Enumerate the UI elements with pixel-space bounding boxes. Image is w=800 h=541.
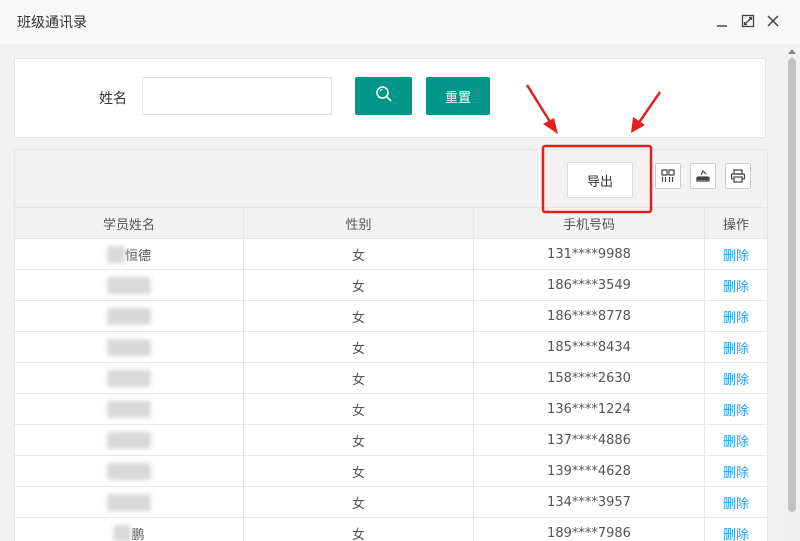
cell-gender: 女 bbox=[244, 239, 474, 269]
cell-phone: 131****9988 bbox=[474, 239, 705, 269]
close-icon[interactable] bbox=[764, 12, 782, 30]
redacted-name-blur bbox=[107, 493, 151, 511]
window-title: 班级通讯录 bbox=[17, 15, 87, 31]
header-gender[interactable]: 性别 bbox=[244, 208, 474, 238]
delete-link[interactable]: 删除 bbox=[723, 462, 749, 481]
header-student-name[interactable]: 学员姓名 bbox=[15, 208, 244, 238]
cell-action: 删除 bbox=[705, 332, 767, 362]
name-search-input[interactable] bbox=[142, 77, 332, 115]
cell-action: 删除 bbox=[705, 394, 767, 424]
cell-gender: 女 bbox=[244, 301, 474, 331]
import-icon[interactable] bbox=[690, 163, 716, 189]
table-panel: 导出 学员姓名 性别 手机号码 操作 恒德 女 131****9988 删除 女… bbox=[14, 149, 768, 541]
cell-gender: 女 bbox=[244, 363, 474, 393]
scroll-up-arrow-icon[interactable] bbox=[788, 49, 796, 54]
cell-action: 删除 bbox=[705, 487, 767, 517]
window-titlebar: 班级通讯录 bbox=[0, 0, 800, 44]
delete-link[interactable]: 删除 bbox=[723, 307, 749, 326]
cell-phone: 137****4886 bbox=[474, 425, 705, 455]
vertical-scrollbar[interactable] bbox=[784, 44, 800, 541]
maximize-icon[interactable] bbox=[739, 12, 757, 30]
cell-phone: 185****8434 bbox=[474, 332, 705, 362]
redacted-name-blur bbox=[107, 369, 151, 387]
cell-gender: 女 bbox=[244, 518, 474, 541]
reset-button[interactable]: 重置 bbox=[426, 77, 490, 115]
table-row: 鹏 女 189****7986 删除 bbox=[15, 518, 767, 541]
cell-action: 删除 bbox=[705, 456, 767, 486]
cell-action: 删除 bbox=[705, 363, 767, 393]
cell-action: 删除 bbox=[705, 518, 767, 541]
cell-gender: 女 bbox=[244, 332, 474, 362]
table-toolbar: 导出 bbox=[15, 150, 767, 208]
cell-gender: 女 bbox=[244, 456, 474, 486]
table-header: 学员姓名 性别 手机号码 操作 bbox=[15, 208, 767, 239]
table-row: 女 137****4886 删除 bbox=[15, 425, 767, 456]
print-icon[interactable] bbox=[725, 163, 751, 189]
delete-link[interactable]: 删除 bbox=[723, 338, 749, 357]
cell-phone: 186****3549 bbox=[474, 270, 705, 300]
search-icon bbox=[375, 85, 393, 107]
redacted-name-blur bbox=[107, 431, 151, 449]
delete-link[interactable]: 删除 bbox=[723, 524, 749, 541]
redacted-name-blur bbox=[107, 338, 151, 356]
cell-gender: 女 bbox=[244, 270, 474, 300]
redacted-name-blur bbox=[107, 276, 151, 294]
cell-action: 删除 bbox=[705, 301, 767, 331]
cell-phone: 158****2630 bbox=[474, 363, 705, 393]
delete-link[interactable]: 删除 bbox=[723, 493, 749, 512]
header-phone[interactable]: 手机号码 bbox=[474, 208, 705, 238]
delete-link[interactable]: 删除 bbox=[723, 276, 749, 295]
export-button[interactable]: 导出 bbox=[567, 162, 633, 198]
table-row: 女 134****3957 删除 bbox=[15, 487, 767, 518]
cell-student-name bbox=[15, 394, 244, 424]
table-row: 恒德 女 131****9988 删除 bbox=[15, 239, 767, 270]
redacted-name-blur bbox=[107, 307, 151, 325]
cell-student-name bbox=[15, 301, 244, 331]
header-action: 操作 bbox=[722, 217, 749, 233]
cell-phone: 136****1224 bbox=[474, 394, 705, 424]
search-button[interactable] bbox=[355, 77, 412, 115]
delete-link[interactable]: 删除 bbox=[723, 400, 749, 419]
delete-link[interactable]: 删除 bbox=[723, 245, 749, 264]
cell-student-name bbox=[15, 332, 244, 362]
table-body: 恒德女 131****9988 删除女 186****3549 删除女 186****87… bbox=[15, 239, 767, 541]
cell-phone: 189****7986 bbox=[474, 518, 705, 541]
cell-student-name bbox=[15, 270, 244, 300]
student-name-text: 恒德 bbox=[124, 248, 151, 264]
cell-student-name bbox=[15, 425, 244, 455]
delete-link[interactable]: 删除 bbox=[723, 431, 749, 450]
cell-student-name: 鹏 bbox=[15, 518, 244, 541]
cell-phone: 186****8778 bbox=[474, 301, 705, 331]
name-label: 姓名 bbox=[99, 91, 127, 107]
cell-gender: 女 bbox=[244, 487, 474, 517]
cell-action: 删除 bbox=[705, 270, 767, 300]
table-row: 女 186****3549 删除 bbox=[15, 270, 767, 301]
cell-student-name bbox=[15, 487, 244, 517]
cell-student-name: 恒德 bbox=[15, 239, 244, 269]
table-row: 女 185****8434 删除 bbox=[15, 332, 767, 363]
dialog-body: 姓名 重置 导出 学员姓名 性别 手机号码 操作 恒德 女 131****998… bbox=[0, 44, 784, 541]
delete-link[interactable]: 删除 bbox=[723, 369, 749, 388]
table-row: 女 136****1224 删除 bbox=[15, 394, 767, 425]
cell-student-name bbox=[15, 363, 244, 393]
redacted-name-blur bbox=[107, 400, 151, 418]
scroll-thumb[interactable] bbox=[788, 58, 796, 512]
student-name-text: 鹏 bbox=[131, 527, 145, 541]
cell-phone: 139****4628 bbox=[474, 456, 705, 486]
cell-phone: 134****3957 bbox=[474, 487, 705, 517]
redacted-name-blur bbox=[107, 462, 151, 480]
cell-gender: 女 bbox=[244, 425, 474, 455]
cell-action: 删除 bbox=[705, 425, 767, 455]
table-row: 女 186****8778 删除 bbox=[15, 301, 767, 332]
table-row: 女 139****4628 删除 bbox=[15, 456, 767, 487]
search-panel: 姓名 重置 bbox=[14, 58, 766, 138]
cell-gender: 女 bbox=[244, 394, 474, 424]
columns-grid-icon[interactable] bbox=[655, 163, 681, 189]
minimize-icon[interactable] bbox=[713, 12, 731, 30]
cell-action: 删除 bbox=[705, 239, 767, 269]
redacted-name-blur bbox=[113, 524, 132, 541]
table-row: 女 158****2630 删除 bbox=[15, 363, 767, 394]
cell-student-name bbox=[15, 456, 244, 486]
redacted-name-blur bbox=[106, 245, 125, 263]
